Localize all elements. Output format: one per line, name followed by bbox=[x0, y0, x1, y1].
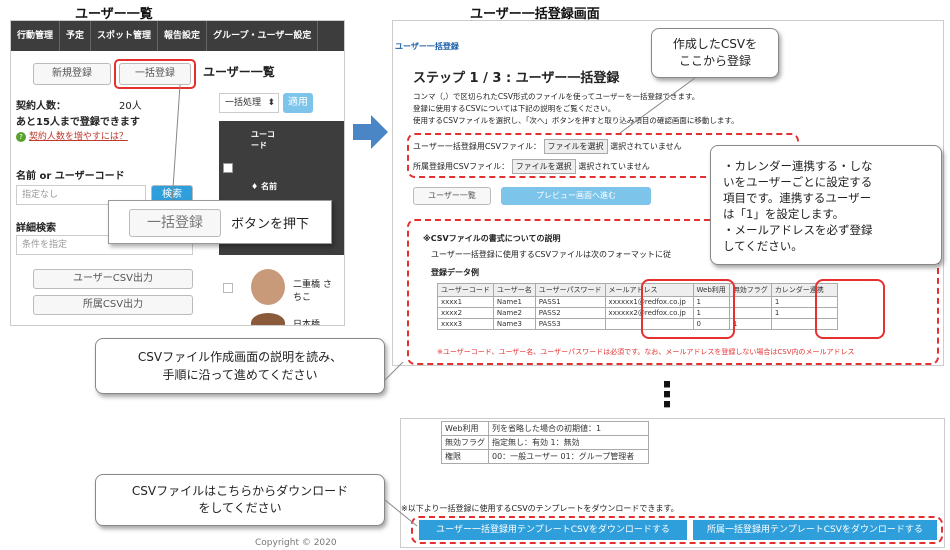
avatar bbox=[251, 313, 285, 325]
user-list-title: ユーザー一覧 bbox=[203, 65, 275, 79]
callout-download-line2: をしてください bbox=[198, 501, 282, 515]
callout-calendar-line5: ・メールアドレスを必ず登録 bbox=[723, 223, 873, 237]
row-checkbox[interactable] bbox=[223, 283, 233, 293]
new-user-button[interactable]: 新規登録 bbox=[33, 63, 111, 85]
callout-calendar-line6: してください。 bbox=[723, 239, 803, 253]
callout-pointer bbox=[620, 78, 696, 134]
callout-calendar-line3: 項目です。連携するユーザー bbox=[723, 191, 872, 205]
increase-contract-link[interactable]: ? 契約人数を増やすには？ bbox=[16, 129, 128, 142]
callout-calendar-line2: いをユーザーごとに設定する bbox=[723, 175, 873, 189]
callout-calendar-line1: ・カレンダー連携する・しな bbox=[723, 159, 873, 173]
help-icon: ? bbox=[16, 132, 26, 142]
callout-download: CSVファイルはこちらからダウンロード をしてください bbox=[95, 474, 385, 526]
contract-label: 契約人数： bbox=[16, 101, 66, 112]
bulk-action-value: 一括処理 bbox=[225, 98, 262, 108]
apply-button[interactable]: 適用 bbox=[283, 93, 313, 113]
required-note: ※ユーザーコード、ユーザー名、ユーザーパスワードは必須です。なお、メールアドレス… bbox=[437, 348, 855, 356]
belong-csv-export-button[interactable]: 所属CSV出力 bbox=[33, 295, 193, 315]
callout-calendar-info: ・カレンダー連携する・しな いをユーザーごとに設定する 項目です。連携するユーザ… bbox=[710, 145, 942, 265]
table-row: xxxx2 Name2 PASS2 xxxxxx2@redfox.co.jp 1 1 bbox=[437, 307, 838, 319]
user-name[interactable]: 二重橋 さちこ bbox=[293, 277, 333, 303]
user-name[interactable]: 日本橋 bbox=[293, 317, 320, 325]
table-header: ユーザー名 bbox=[492, 283, 536, 297]
table-row: 無効フラグ 指定無し：有効 1：無効 bbox=[441, 435, 649, 450]
table-header: 無効フラグ bbox=[728, 283, 772, 297]
name-code-label: 名前 or ユーザーコード bbox=[16, 171, 125, 182]
breadcrumb[interactable]: ユーザー一括登録 bbox=[395, 41, 459, 52]
csv-format-heading: ※CSVファイルの書式についての説明 bbox=[423, 234, 561, 243]
callout-pointer bbox=[385, 500, 418, 527]
csv-example-table: ユーザーコード ユーザー名 ユーザーパスワード メールアドレス Web利用 無効… bbox=[437, 283, 838, 330]
col-user-code: ユーコード bbox=[251, 130, 275, 150]
bulk-action-select[interactable]: 一括処理 ⬍ bbox=[219, 93, 279, 113]
template-note: ※以下より一括登録に使用するCSVのテンプレートをダウンロードできます。 bbox=[401, 504, 679, 513]
callout-calendar-line4: は「1」を設定します。 bbox=[723, 207, 845, 221]
table-header: ユーザーパスワード bbox=[534, 283, 606, 297]
table-row: xxxx1 Name1 PASS1 xxxxxx1@redfox.co.jp 1 1 bbox=[437, 296, 838, 308]
callout-csv-here: 作成したCSVを ここから登録 bbox=[651, 28, 779, 78]
remaining-seats-text: あと15人まで登録できます bbox=[16, 117, 140, 128]
highlight-email-column bbox=[641, 279, 735, 339]
connector-line bbox=[171, 85, 181, 204]
select-all-checkbox[interactable] bbox=[223, 163, 233, 173]
user-csv-export-button[interactable]: ユーザーCSV出力 bbox=[33, 269, 193, 289]
increase-contract-text: 契約人数を増やすには？ bbox=[28, 132, 128, 142]
detail-search-label: 詳細検索 bbox=[16, 223, 56, 234]
nav-tab[interactable]: 報告設定 bbox=[158, 21, 208, 51]
example-label: 登録データ例 bbox=[431, 268, 479, 277]
table-row: xxxx3 Name3 PASS3 0 1 bbox=[437, 318, 838, 330]
template-download-screen: Web利用 列を省略した場合の初期値：1 無効フラグ 指定無し：有効 1：無効 権限… bbox=[400, 418, 945, 548]
nav-tab[interactable]: 行動管理 bbox=[11, 21, 61, 51]
desc-line-2: 登録に使用するCSVについては下記の説明をご覧ください。 bbox=[413, 104, 616, 113]
table-row: 権限 00：一般ユーザー 01：グループ管理者 bbox=[441, 449, 649, 464]
callout-read-instructions: CSVファイル作成画面の説明を読み、 手順に沿って進めてください bbox=[95, 338, 385, 394]
ellipsis-separator: ⋮ bbox=[650, 375, 684, 415]
back-to-list-button[interactable]: ユーザー一覧 bbox=[413, 187, 491, 205]
col-name: ♦ 名前 bbox=[251, 182, 277, 191]
download-user-template-button[interactable]: ユーザー一括登録用テンプレートCSVをダウンロードする bbox=[419, 520, 687, 540]
callout-read-line2: 手順に沿って進めてください bbox=[162, 368, 318, 382]
row-checkbox[interactable] bbox=[223, 325, 233, 326]
table-header: ユーザーコード bbox=[437, 283, 494, 297]
zoom-caption: ボタンを押下 bbox=[231, 217, 310, 232]
csv-format-desc: ユーザー一括登録に使用するCSVファイルは次のフォーマットに従 bbox=[431, 250, 671, 259]
select-arrows-icon: ⬍ bbox=[267, 98, 275, 108]
field-spec-table: Web利用 列を省略した場合の初期値：1 無効フラグ 指定無し：有効 1：無効 権限… bbox=[441, 421, 649, 464]
nav-tab[interactable]: グループ・ユーザー設定 bbox=[207, 21, 319, 51]
contract-value: 20人 bbox=[119, 101, 142, 112]
callout-read-line1: CSVファイル作成画面の説明を読み、 bbox=[137, 350, 343, 364]
copyright: Copyright © 2020 bbox=[255, 538, 337, 548]
nav-tab[interactable]: スポット管理 bbox=[91, 21, 159, 51]
download-belong-template-button[interactable]: 所属一括登録用テンプレートCSVをダウンロードする bbox=[693, 520, 937, 540]
callout-pointer bbox=[385, 362, 404, 381]
arrow-right-icon bbox=[353, 115, 388, 149]
top-nav: 行動管理 予定 スポット管理 報告設定 グループ・ユーザー設定 bbox=[11, 21, 344, 51]
step-title: ステップ 1 / 3 : ユーザー一括登録 bbox=[413, 71, 620, 86]
callout-download-line1: CSVファイルはこちらからダウンロード bbox=[131, 484, 349, 498]
nav-tab[interactable]: 予定 bbox=[60, 21, 92, 51]
zoom-callout: 一括登録 ボタンを押下 bbox=[108, 200, 332, 244]
avatar bbox=[251, 269, 285, 305]
callout-csv-here-line1: 作成したCSVを bbox=[672, 37, 758, 51]
callout-csv-here-line2: ここから登録 bbox=[678, 54, 751, 68]
preview-button[interactable]: プレビュー画面へ進む bbox=[501, 187, 651, 205]
zoom-bulk-button: 一括登録 bbox=[129, 209, 221, 237]
table-row: Web利用 列を省略した場合の初期値：1 bbox=[441, 421, 649, 436]
highlight-calendar-column bbox=[815, 279, 885, 339]
